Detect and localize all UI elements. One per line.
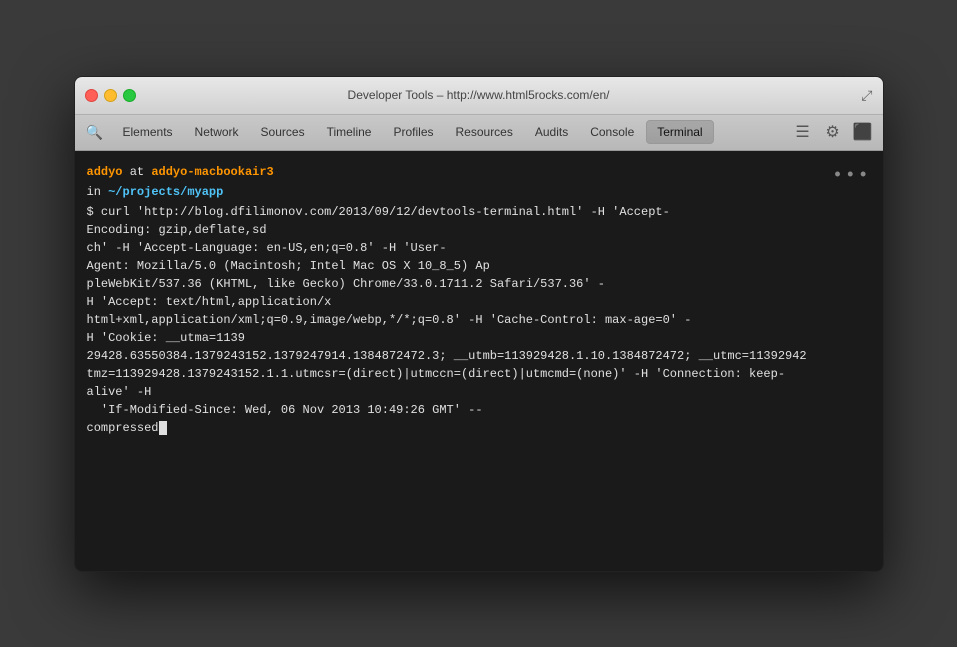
traffic-lights	[85, 89, 136, 102]
nav-terminal[interactable]: Terminal	[646, 120, 713, 144]
search-icon[interactable]: 🔍	[83, 120, 107, 144]
nav-audits[interactable]: Audits	[525, 121, 578, 143]
devtools-window: Developer Tools – http://www.html5rocks.…	[74, 76, 884, 572]
prompt-user: addyo	[87, 165, 123, 179]
maximize-button[interactable]	[123, 89, 136, 102]
expand-icon[interactable]: ⤢	[861, 87, 872, 104]
minimize-button[interactable]	[104, 89, 117, 102]
prompt-host: addyo-macbookair3	[151, 165, 273, 179]
window-title: Developer Tools – http://www.html5rocks.…	[348, 88, 610, 102]
terminal-cursor	[159, 421, 167, 435]
terminal-dots-menu[interactable]: •••	[832, 163, 870, 190]
nav-console[interactable]: Console	[580, 121, 644, 143]
layout-icon[interactable]: ⬛	[851, 120, 875, 144]
nav-resources[interactable]: Resources	[446, 121, 523, 143]
terminal-prompt-line-2: in ~/projects/myapp	[87, 183, 871, 201]
nav-timeline[interactable]: Timeline	[317, 121, 382, 143]
close-button[interactable]	[85, 89, 98, 102]
prompt-in: in	[87, 185, 109, 199]
terminal-prompt-line-1: addyo at addyo-macbookair3	[87, 163, 871, 181]
list-icon[interactable]: ☰	[791, 120, 815, 144]
prompt-dir: ~/projects/myapp	[108, 185, 223, 199]
nav-profiles[interactable]: Profiles	[383, 121, 443, 143]
toolbar-icons: ☰ ⚙ ⬛	[791, 120, 875, 144]
titlebar: Developer Tools – http://www.html5rocks.…	[75, 77, 883, 115]
nav-network[interactable]: Network	[185, 121, 249, 143]
nav-elements[interactable]: Elements	[113, 121, 183, 143]
settings-icon[interactable]: ⚙	[821, 120, 845, 144]
toolbar: 🔍 Elements Network Sources Timeline Prof…	[75, 115, 883, 151]
nav-sources[interactable]: Sources	[251, 121, 315, 143]
terminal-command: $ curl 'http://blog.dfilimonov.com/2013/…	[87, 203, 871, 437]
prompt-at: at	[123, 165, 152, 179]
terminal-area[interactable]: ••• addyo at addyo-macbookair3 in ~/proj…	[75, 151, 883, 571]
